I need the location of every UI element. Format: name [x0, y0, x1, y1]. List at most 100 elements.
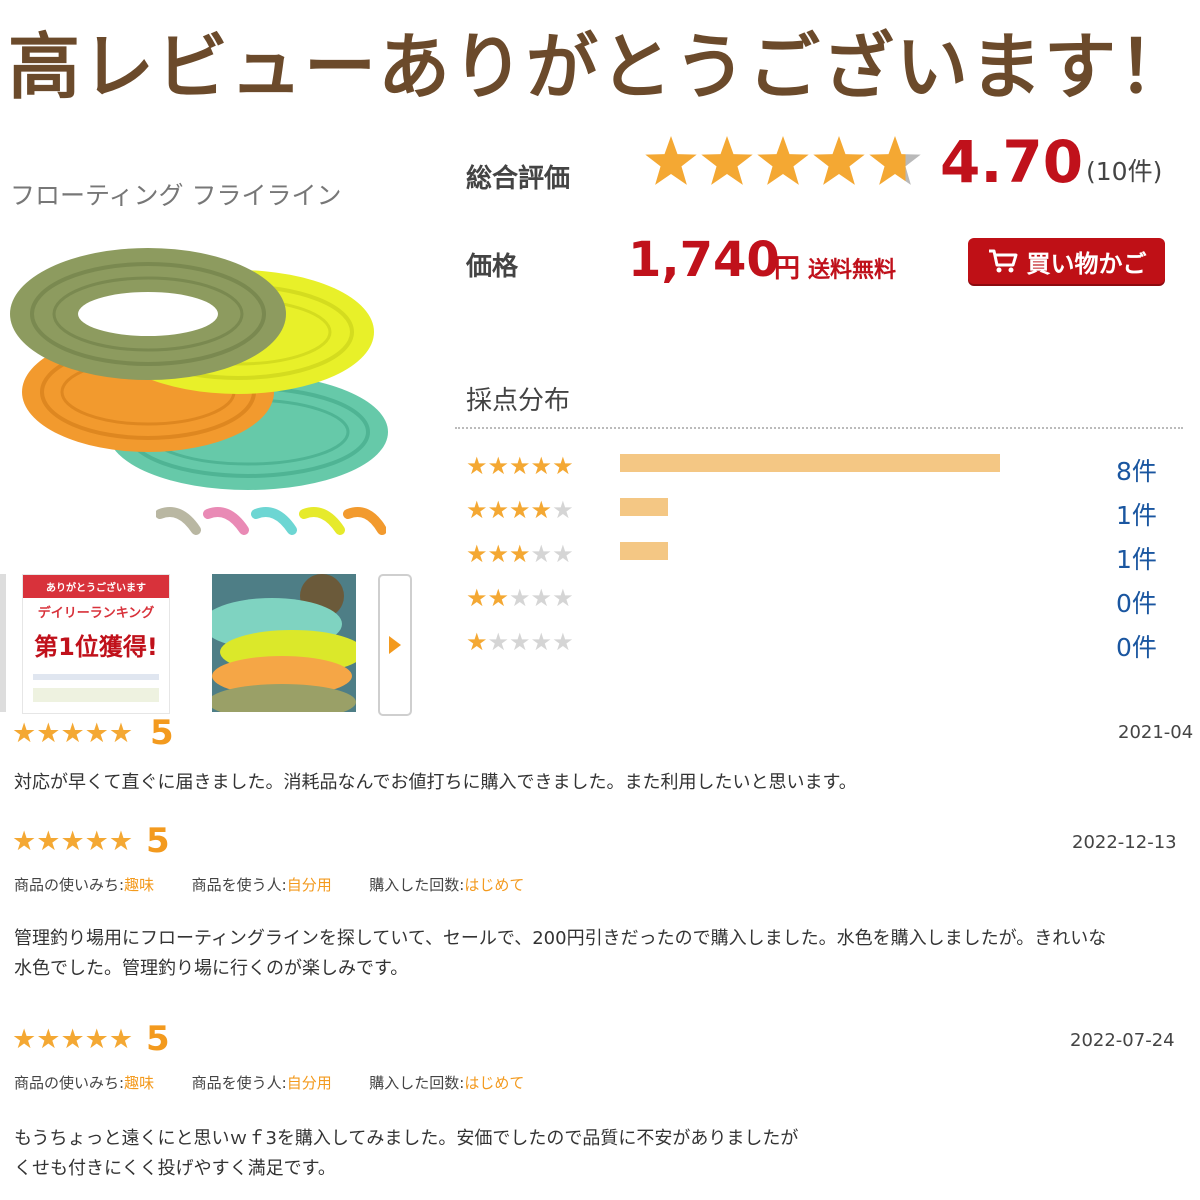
- next-thumbnail-button[interactable]: [378, 574, 412, 716]
- meta-user-value: 自分用: [286, 1074, 332, 1092]
- star-icon: ★: [530, 540, 553, 568]
- distribution-bar-track: [620, 454, 1000, 472]
- star-icon: ★: [84, 826, 109, 857]
- star-icon: ★: [487, 584, 510, 612]
- price-value: 1,740: [628, 232, 780, 288]
- review-body-line1: 管理釣り場用にフローティングラインを探していて、セールで、200円引きだったので…: [14, 928, 1107, 949]
- star-icon: ★: [530, 628, 553, 656]
- meta-user-key: 商品を使う人:: [191, 876, 287, 894]
- star-icon: ★: [530, 452, 553, 480]
- meta-user-key: 商品を使う人:: [191, 1074, 287, 1092]
- distribution-bar: [620, 498, 668, 516]
- swatch-orange: [343, 507, 386, 535]
- star-icon: ★: [509, 628, 531, 656]
- thumb-ribbon: ありがとうございます: [23, 575, 169, 598]
- play-right-icon: [389, 636, 401, 654]
- star-icon: ★: [108, 718, 134, 749]
- distribution-stars: ★★★★★: [466, 584, 574, 612]
- star-icon: ★: [36, 826, 61, 857]
- thumbnail-photo[interactable]: [212, 574, 356, 712]
- star-icon: ★: [552, 496, 574, 524]
- star-icon: ★: [466, 584, 488, 612]
- distribution-row-4[interactable]: ★★★★★ 1件: [466, 492, 1186, 532]
- star-icon: [757, 136, 809, 185]
- divider: [455, 427, 1183, 429]
- star-icon: ★: [60, 718, 85, 749]
- star-icon: ★: [552, 452, 574, 480]
- thumb-ranking-text: デイリーランキング: [37, 606, 155, 621]
- swatch-gray: [156, 507, 201, 535]
- product-title: フローティング フライライン: [10, 181, 342, 210]
- review-date: 2022-12-13: [1072, 832, 1177, 853]
- star-icon: ★: [466, 496, 488, 524]
- distribution-count: 8件: [1116, 457, 1157, 486]
- review-body-line2: 水色でした。管理釣り場に行くのが楽しみです。: [14, 958, 409, 979]
- distribution-count: 1件: [1116, 545, 1157, 574]
- star-icon: ★: [466, 452, 488, 480]
- review-stars: ★★★★★: [12, 826, 133, 857]
- meta-times-value: はじめて: [464, 876, 525, 894]
- star-icon: ★: [36, 1024, 61, 1055]
- distribution-row-1[interactable]: ★★★★★ 0件: [466, 624, 1186, 664]
- star-icon: [813, 136, 865, 185]
- thumb-first-place: 第1位獲得!: [34, 633, 158, 661]
- star-icon: ★: [60, 1024, 85, 1055]
- star-icon: ★: [552, 628, 574, 656]
- review-body: 対応が早くて直ぐに届きました。消耗品なんでお値打ちに購入できました。また利用した…: [14, 772, 857, 793]
- review-date: 2021-04: [1118, 722, 1194, 743]
- star-icon: ★: [108, 826, 134, 857]
- star-icon: [701, 136, 753, 185]
- star-icon: ★: [36, 718, 61, 749]
- distribution-row-3[interactable]: ★★★★★ 1件: [466, 536, 1186, 576]
- meta-usage-key: 商品の使いみち:: [14, 876, 125, 894]
- distribution-row-5[interactable]: ★★★★★ 8件: [466, 448, 1186, 488]
- cart-button-label: 買い物かご: [1026, 249, 1147, 278]
- swatch-aqua: [251, 507, 297, 535]
- meta-usage-value: 趣味: [124, 1074, 155, 1092]
- star-icon: ★: [552, 584, 574, 612]
- star-icon: ★: [84, 718, 109, 749]
- review-date: 2022-07-24: [1070, 1030, 1175, 1051]
- distribution-count: 0件: [1116, 633, 1157, 662]
- review-body-line1: もうちょっと遠くにと思いｗｆ3を購入してみました。安価でしたので品質に不安があり…: [14, 1128, 799, 1149]
- distribution-stars: ★★★★★: [466, 452, 574, 480]
- meta-usage-value: 趣味: [124, 876, 155, 894]
- review-stars: ★★★★★: [12, 718, 133, 749]
- price-label: 価格: [466, 252, 519, 282]
- swatch-yellow: [299, 507, 345, 535]
- distribution-bar-track: [620, 498, 1000, 516]
- distribution-stars: ★★★★★: [466, 628, 574, 656]
- meta-times-value: はじめて: [464, 1074, 525, 1092]
- distribution-bar-track: [620, 630, 1000, 648]
- review-meta: 商品の使いみち:趣味 商品を使う人:自分用 購入した回数:はじめて: [14, 1072, 524, 1093]
- distribution-bar-track: [620, 586, 1000, 604]
- review-stars: ★★★★★: [12, 1024, 133, 1055]
- review-score: 5: [146, 1019, 170, 1059]
- star-icon: ★: [84, 1024, 109, 1055]
- star-icon: ★: [487, 628, 510, 656]
- star-icon: ★: [509, 540, 531, 568]
- distribution-bar-track: [620, 542, 1000, 560]
- add-to-cart-button[interactable]: 買い物かご: [968, 238, 1165, 284]
- star-icon: ★: [12, 1024, 37, 1055]
- overall-score: 4.70: [940, 128, 1084, 196]
- star-icon: [645, 136, 697, 185]
- meta-usage-key: 商品の使いみち:: [14, 1074, 125, 1092]
- overall-stars: [645, 136, 921, 185]
- star-icon: ★: [552, 540, 574, 568]
- review-score: 5: [146, 821, 170, 861]
- thumbnail-ranking[interactable]: ありがとうございます デイリーランキング 第1位獲得!: [22, 574, 170, 714]
- headline: 高レビューありがとうございます！: [7, 25, 1192, 109]
- star-icon: ★: [466, 540, 488, 568]
- overall-label: 総合評価: [466, 164, 571, 194]
- star-icon: ★: [60, 826, 85, 857]
- product-image: [10, 248, 388, 490]
- cart-icon: [988, 249, 1017, 273]
- meta-times-key: 購入した回数:: [369, 876, 465, 894]
- review-meta: 商品の使いみち:趣味 商品を使う人:自分用 購入した回数:はじめて: [14, 874, 524, 895]
- star-icon: ★: [509, 452, 531, 480]
- star-icon: ★: [487, 452, 510, 480]
- review-count: (10件): [1086, 157, 1163, 186]
- star-icon: ★: [12, 826, 37, 857]
- distribution-row-2[interactable]: ★★★★★ 0件: [466, 580, 1186, 620]
